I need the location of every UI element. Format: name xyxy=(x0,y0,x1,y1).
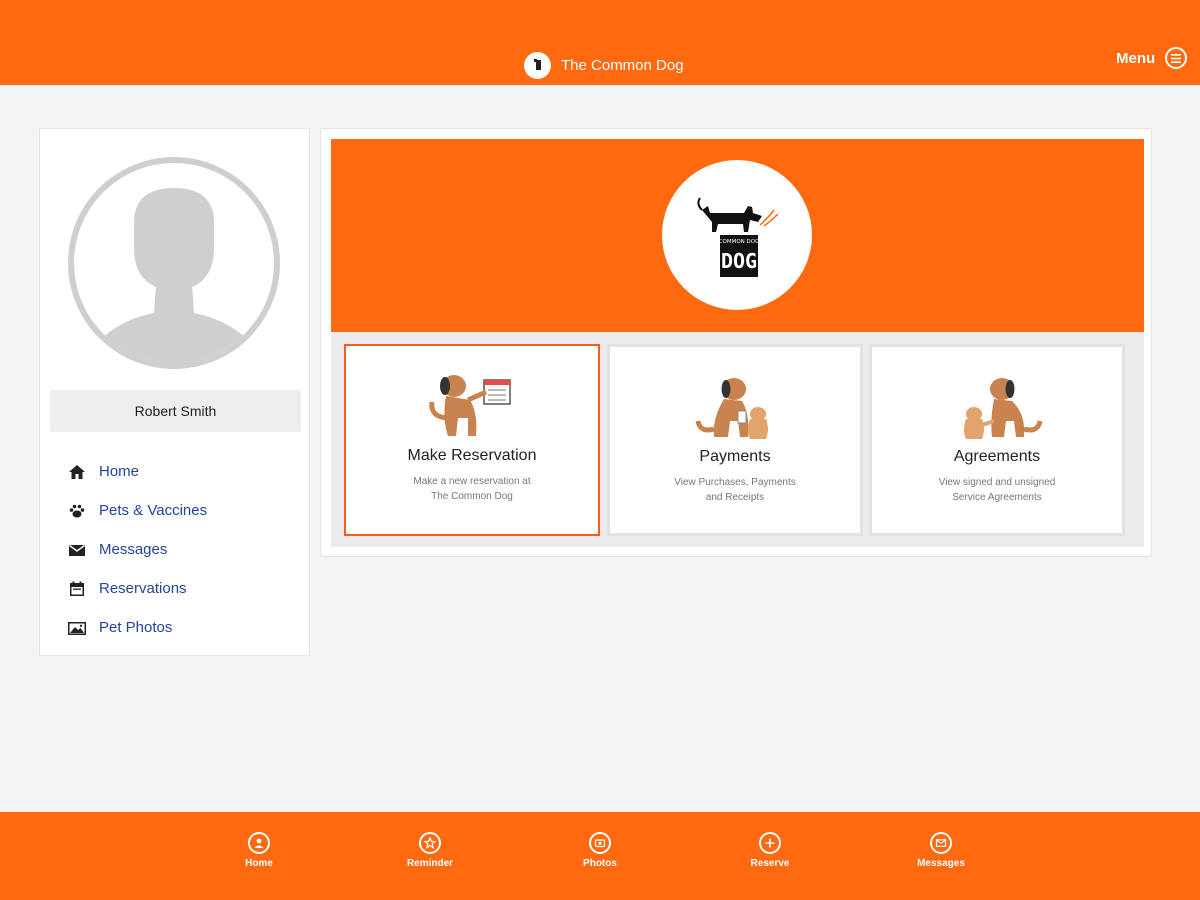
sidebar-item-label: Pets & Vaccines xyxy=(99,502,208,519)
dogs-payments-illustration-icon xyxy=(610,359,860,449)
bottom-nav-messages[interactable]: Messages xyxy=(901,832,981,869)
make-reservation-tile[interactable]: Make Reservation Make a new reservation … xyxy=(344,344,600,536)
envelope-icon xyxy=(67,540,87,560)
tile-description: Make a new reservation at The Common Dog xyxy=(366,474,578,504)
user-name: Robert Smith xyxy=(50,390,301,432)
sidebar-nav: Home Pets & Vaccines Messages Reservatio… xyxy=(67,452,207,647)
tile-description-line: View signed and unsigned xyxy=(938,477,1056,488)
bottom-nav-label: Reminder xyxy=(406,858,454,869)
bottom-nav-label: Reserve xyxy=(750,858,790,869)
payments-tile[interactable]: Payments View Purchases, Payments and Re… xyxy=(607,344,863,536)
bottom-nav-label: Messages xyxy=(917,858,965,869)
bottom-nav-reminder[interactable]: Reminder xyxy=(390,832,470,869)
top-bar: The Common Dog Menu xyxy=(0,0,1200,85)
common-dog-logo: COMMON DOG DOG xyxy=(662,160,812,310)
home-icon xyxy=(67,462,87,482)
sidebar-item-pet-photos[interactable]: Pet Photos xyxy=(67,608,207,647)
sidebar-item-label: Home xyxy=(99,463,140,480)
dogs-agreements-illustration-icon xyxy=(872,359,1122,449)
svg-text:DOG: DOG xyxy=(721,249,757,273)
action-tiles: Make Reservation Make a new reservation … xyxy=(331,332,1144,547)
hero-banner: COMMON DOG DOG xyxy=(331,139,1144,332)
avatar[interactable] xyxy=(68,157,280,369)
bottom-nav-home[interactable]: Home xyxy=(219,832,299,869)
brand-name: The Common Dog xyxy=(561,56,684,74)
plus-circle-icon xyxy=(759,832,781,854)
home-circle-icon xyxy=(248,832,270,854)
brand[interactable]: The Common Dog xyxy=(524,51,684,79)
tile-description-line: Make a new reservation at xyxy=(413,476,531,487)
photos-circle-icon xyxy=(589,832,611,854)
tile-title: Agreements xyxy=(953,448,1041,465)
tile-description: View Purchases, Payments and Receipts xyxy=(630,475,840,505)
tile-description-line: The Common Dog xyxy=(431,491,513,502)
logo-common-text: COMMON DOG xyxy=(719,239,760,245)
tile-description-line: and Receipts xyxy=(705,492,765,503)
sidebar-item-messages[interactable]: Messages xyxy=(67,530,207,569)
bottom-nav-photos[interactable]: Photos xyxy=(560,832,640,869)
tile-title: Make Reservation xyxy=(407,447,537,464)
tile-description-line: Service Agreements xyxy=(952,492,1042,503)
sidebar-item-label: Pet Photos xyxy=(99,619,173,636)
sidebar-item-home[interactable]: Home xyxy=(67,452,207,491)
paw-icon xyxy=(67,501,87,521)
tile-description-line: View Purchases, Payments xyxy=(674,477,796,488)
hamburger-icon xyxy=(1165,47,1188,69)
agreements-tile[interactable]: Agreements View signed and unsigned Serv… xyxy=(869,344,1125,536)
star-circle-icon xyxy=(419,832,441,854)
bottom-nav: Home Reminder Photos Reserve Messages xyxy=(0,812,1200,900)
sidebar-item-pets-vaccines[interactable]: Pets & Vaccines xyxy=(67,491,207,530)
main-panel: COMMON DOG DOG Make Reservation Make a n… xyxy=(320,128,1152,557)
calendar-icon xyxy=(67,579,87,599)
sidebar-item-reservations[interactable]: Reservations xyxy=(67,569,207,608)
sidebar: Robert Smith Home Pets & Vaccines Messag… xyxy=(39,128,310,656)
messages-circle-icon xyxy=(930,832,952,854)
bottom-nav-reserve[interactable]: Reserve xyxy=(730,832,810,869)
dog-calendar-illustration-icon xyxy=(346,358,598,448)
tile-title: Payments xyxy=(699,448,771,465)
photo-icon xyxy=(67,618,87,638)
sidebar-item-label: Messages xyxy=(99,541,168,558)
bottom-nav-label: Home xyxy=(245,858,273,869)
menu-label: Menu xyxy=(1116,49,1156,67)
brand-logo-icon xyxy=(524,51,551,79)
tile-description: View signed and unsigned Service Agreeme… xyxy=(892,475,1102,505)
menu-button[interactable]: Menu xyxy=(1116,47,1188,69)
sidebar-item-label: Reservations xyxy=(99,580,187,597)
bottom-nav-label: Photos xyxy=(583,858,617,869)
